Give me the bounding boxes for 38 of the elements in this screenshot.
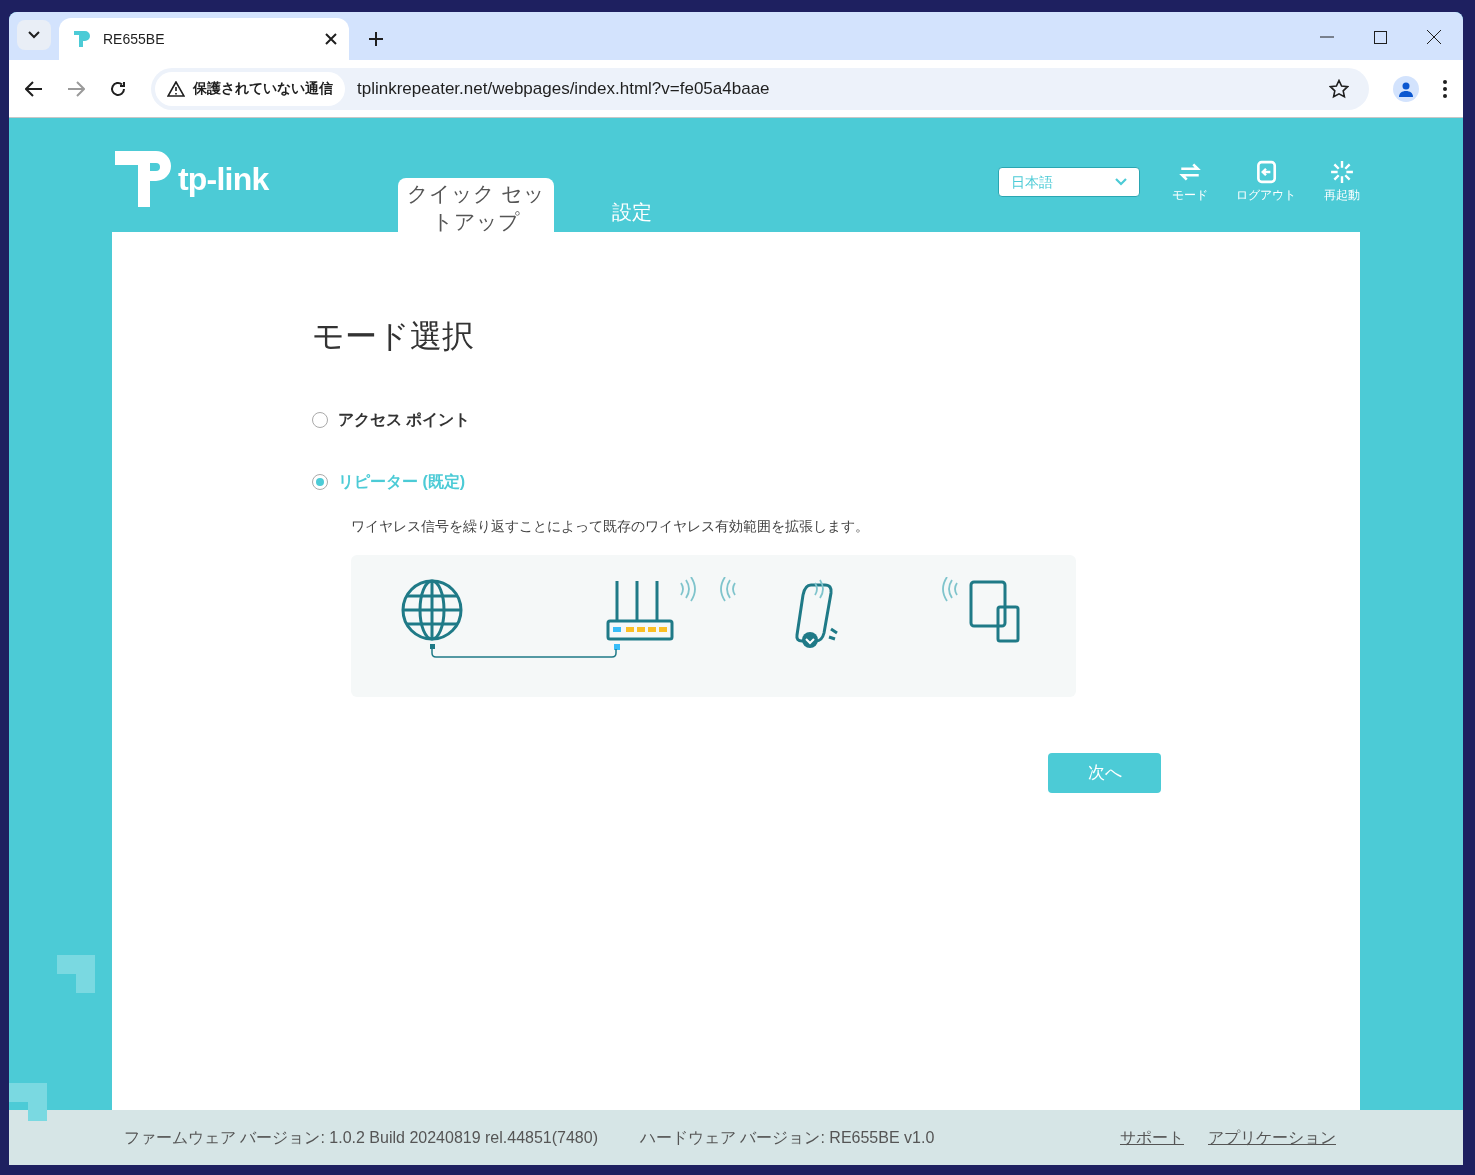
address-bar[interactable]: 保護されていない通信 tplinkrepeater.net/webpages/index.html?v=fe05a4baae [151, 67, 1369, 110]
restart-icon [1330, 160, 1354, 184]
footer-link[interactable]: サポート [1120, 1125, 1184, 1150]
star-icon[interactable] [1329, 78, 1349, 99]
profile-avatar[interactable] [1393, 75, 1419, 102]
more-menu-icon[interactable] [1443, 79, 1447, 98]
firmware-version: ファームウェア バージョン: 1.0.2 Build 20240819 rel.44851(7480) [124, 1127, 598, 1148]
language-value: 日本語 [1011, 172, 1054, 192]
reload-icon[interactable] [109, 79, 127, 98]
browser-tab[interactable]: RE655BE [59, 18, 349, 60]
url-text: tplinkrepeater.net/webpages/index.html?v=fe05a4baae [357, 77, 771, 100]
forward-icon[interactable] [67, 80, 85, 97]
maximize-icon[interactable] [1374, 30, 1387, 44]
close-icon[interactable] [1427, 30, 1441, 44]
tab-logo-icon [71, 29, 91, 49]
radio-button[interactable] [312, 412, 328, 428]
radio-button[interactable] [312, 474, 328, 490]
hardware-version: ハードウェア バージョン: RE655BE v1.0 [640, 1127, 935, 1148]
warning-icon [167, 80, 185, 97]
tab-title: RE655BE [103, 29, 166, 49]
chevron-down-icon [1115, 178, 1127, 186]
nav-tab[interactable]: クイック セットアップ [398, 178, 555, 232]
footer-link[interactable]: アプリケーション [1208, 1125, 1336, 1150]
logout-icon [1254, 160, 1278, 184]
back-icon[interactable] [25, 80, 43, 97]
security-chip[interactable]: 保護されていない通信 [155, 71, 345, 106]
logo-icon [112, 148, 174, 210]
chevron-down-icon [28, 31, 40, 39]
security-label: 保護されていない通信 [193, 79, 333, 98]
option-description: ワイヤレス信号を繰り返すことによって既存のワイヤレス有効範囲を拡張します。 [351, 517, 870, 536]
close-icon[interactable] [325, 33, 337, 45]
decorative-shape [57, 955, 95, 993]
person-icon [1398, 80, 1414, 97]
logo-text: tp-link [178, 160, 269, 199]
page-title: モード選択 [312, 317, 475, 356]
tab-search-button[interactable] [17, 20, 51, 50]
new-tab-icon[interactable] [369, 32, 383, 46]
mode-radio-option[interactable]: アクセス ポイント [312, 408, 1160, 432]
